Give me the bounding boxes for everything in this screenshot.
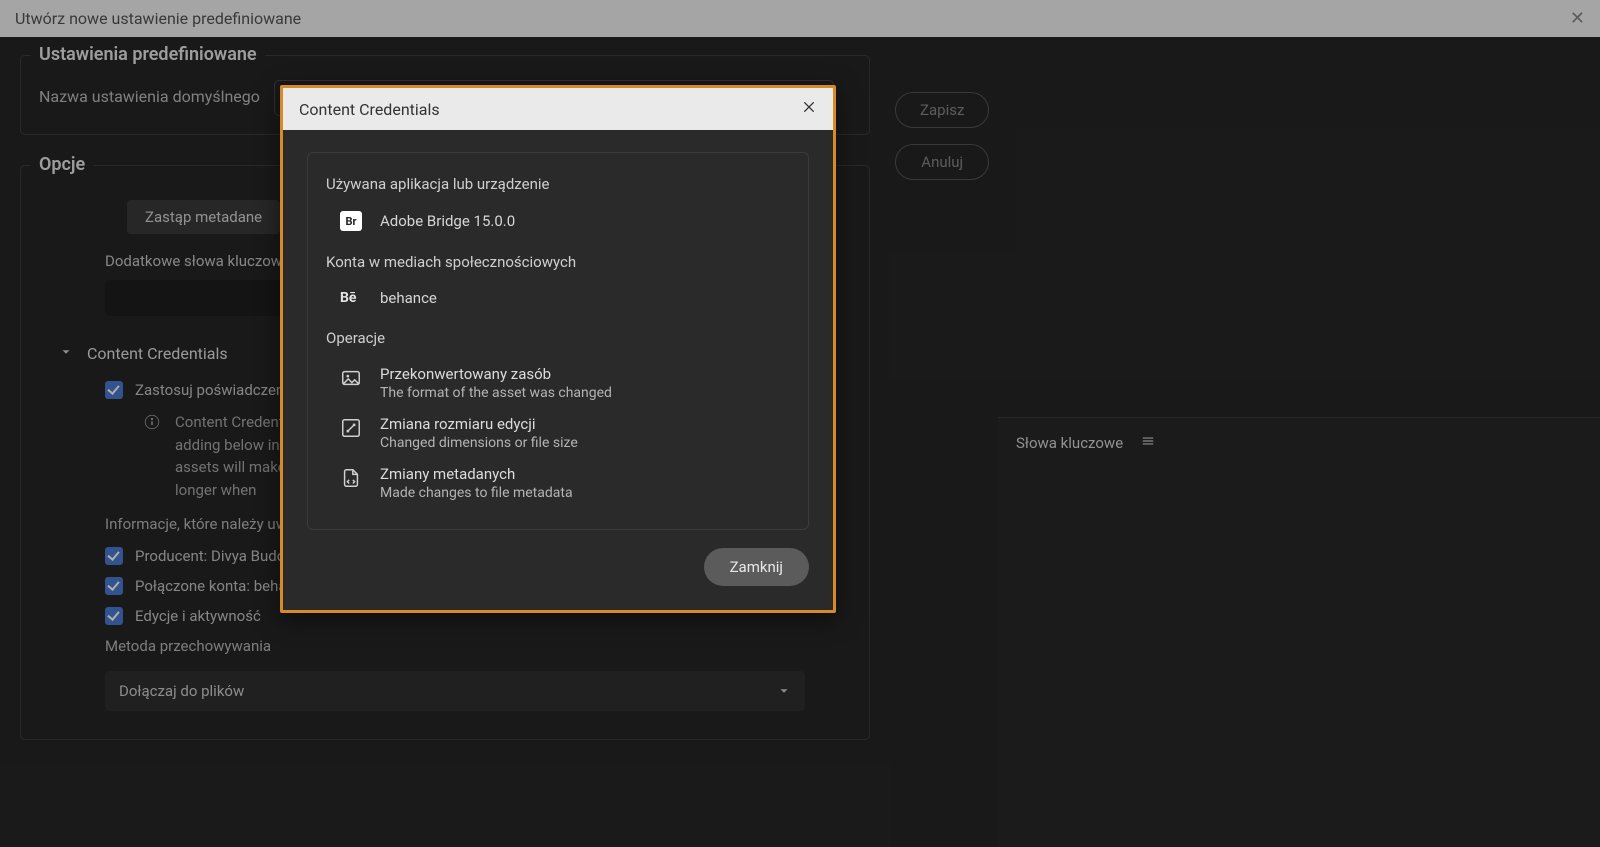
cc-dialog-panel: Używana aplikacja lub urządzenie Br Adob… — [307, 152, 809, 530]
info-icon — [143, 413, 161, 501]
op-desc: Changed dimensions or file size — [380, 435, 578, 451]
producer-label: Producent: Divya Budd — [135, 547, 285, 565]
options-group-title: Opcje — [31, 154, 93, 175]
chevron-down-icon — [59, 344, 73, 363]
keywords-panel-title: Słowa kluczowe — [1016, 434, 1123, 452]
create-preset-titlebar: Utwórz nowe ustawienie predefiniowane ✕ — [0, 0, 1600, 37]
op-desc: The format of the asset was changed — [380, 385, 612, 401]
ops-heading: Operacje — [326, 329, 790, 347]
preset-name-label: Nazwa ustawienia domyślnego — [39, 87, 260, 106]
close-icon[interactable]: ✕ — [1570, 8, 1585, 29]
resize-icon — [340, 417, 362, 439]
cc-dialog-header: Content Credentials — [283, 88, 833, 130]
cc-section-title: Content Credentials — [87, 344, 228, 363]
replace-metadata-button[interactable]: Zastąp metadane — [127, 200, 280, 234]
social-name: behance — [380, 289, 437, 307]
close-button[interactable]: Zamknij — [704, 548, 809, 586]
op-title: Zmiany metadanych — [380, 465, 573, 483]
edits-label: Edycje i aktywność — [135, 607, 261, 625]
keywords-panel: Słowa kluczowe — [998, 417, 1600, 847]
preset-group-title: Ustawienia predefiniowane — [31, 44, 265, 65]
cancel-button[interactable]: Anuluj — [895, 144, 989, 180]
storage-method-value: Dołączaj do plików — [119, 682, 244, 700]
behance-icon: Bē — [340, 290, 362, 306]
create-preset-title: Utwórz nowe ustawienie predefiniowane — [15, 9, 301, 28]
cc-dialog-title: Content Credentials — [299, 100, 440, 119]
content-credentials-dialog: Content Credentials Używana aplikacja lu… — [280, 85, 836, 613]
checkbox-checked-icon[interactable] — [105, 577, 123, 595]
apply-credentials-label: Zastosuj poświadczenia — [135, 381, 296, 399]
bridge-icon: Br — [340, 211, 362, 231]
social-heading: Konta w mediach społecznościowych — [326, 253, 790, 271]
app-line: Br Adobe Bridge 15.0.0 — [340, 211, 790, 231]
checkbox-checked-icon[interactable] — [105, 607, 123, 625]
op-desc: Made changes to file metadata — [380, 485, 573, 501]
file-code-icon — [340, 467, 362, 489]
app-heading: Używana aplikacja lub urządzenie — [326, 175, 790, 193]
op-item-resize: Zmiana rozmiaru edycji Changed dimension… — [340, 415, 790, 451]
social-line: Bē behance — [340, 289, 790, 307]
op-item-metadata: Zmiany metadanych Made changes to file m… — [340, 465, 790, 501]
app-name: Adobe Bridge 15.0.0 — [380, 212, 515, 230]
storage-method-select[interactable]: Dołączaj do plików — [105, 671, 805, 711]
op-title: Zmiana rozmiaru edycji — [380, 415, 578, 433]
save-button[interactable]: Zapisz — [895, 92, 989, 128]
chevron-down-icon — [777, 684, 791, 698]
storage-method-label: Metoda przechowywania — [105, 637, 841, 655]
action-buttons: Zapisz Anuluj — [895, 92, 989, 180]
op-item-converted: Przekonwertowany zasób The format of the… — [340, 365, 790, 401]
checkbox-checked-icon[interactable] — [105, 547, 123, 565]
checkbox-checked-icon[interactable] — [105, 381, 123, 399]
image-icon — [340, 367, 362, 389]
close-icon[interactable] — [801, 99, 817, 119]
accounts-label: Połączone konta: behar — [135, 577, 292, 595]
op-title: Przekonwertowany zasób — [380, 365, 612, 383]
menu-icon[interactable] — [1141, 434, 1155, 452]
